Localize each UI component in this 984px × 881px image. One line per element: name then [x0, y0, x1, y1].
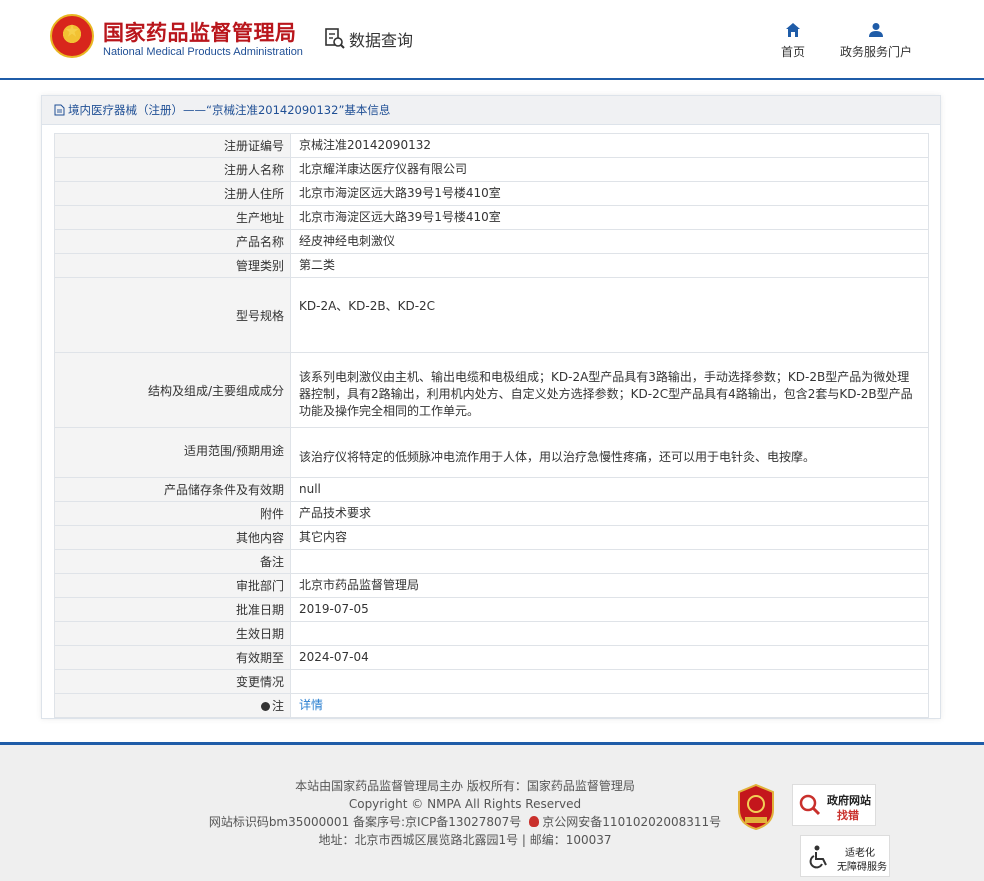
document-search-icon	[325, 28, 345, 49]
magnifier-icon	[799, 794, 821, 816]
nav-home-label: 首页	[780, 45, 805, 59]
row-label: 有效期至	[54, 645, 291, 670]
details-link[interactable]: 详情	[299, 698, 323, 712]
panel-heading: 境内医疗器械（注册）——“京械注准20142090132”基本信息	[42, 96, 940, 125]
data-query-label: 数据查询	[349, 31, 414, 50]
table-row: 备注	[54, 549, 929, 574]
user-icon	[869, 23, 883, 37]
footer-copyright-line: Copyright © NMPA All Rights Reserved	[348, 797, 582, 811]
row-label: 管理类别	[54, 253, 291, 278]
row-label: 产品名称	[54, 229, 291, 254]
footer-address-line: 地址：北京市西城区展览路北露园1号 | 邮编：100037	[318, 833, 612, 847]
footer-sponsor-line: 本站由国家药品监督管理局主办 版权所有：国家药品监督管理局	[295, 779, 635, 793]
table-row: 结构及组成/主要组成成分 该系列电刺激仪由主机、输出电缆和电极组成；KD-2A型产…	[54, 352, 929, 428]
row-label: 适用范围/预期用途	[54, 427, 291, 478]
table-row: 其他内容 其它内容	[54, 525, 929, 550]
row-value: 北京耀洋康达医疗仪器有限公司	[290, 157, 929, 182]
row-value: 2024-07-04	[290, 645, 929, 670]
row-label: 审批部门	[54, 573, 291, 598]
table-row: 审批部门 北京市药品监督管理局	[54, 573, 929, 598]
row-label: 注册人住所	[54, 181, 291, 206]
accessibility-subtitle: 无障碍服务	[837, 862, 887, 873]
note-label: 注	[271, 699, 284, 713]
row-value: 2019-07-05	[290, 597, 929, 622]
nav-gov-service-portal[interactable]: 政务服务门户	[836, 22, 916, 60]
table-row: 管理类别 第二类	[54, 253, 929, 278]
lightbulb-icon	[260, 702, 270, 711]
row-value: 北京市海淀区远大路39号1号楼410室	[290, 205, 929, 230]
row-value	[290, 621, 929, 646]
table-row: 产品储存条件及有效期 null	[54, 477, 929, 502]
accessibility-title: 适老化	[845, 848, 875, 859]
row-value	[290, 549, 929, 574]
table-row-note: 注 详情	[54, 693, 929, 718]
table-row: 附件 产品技术要求	[54, 501, 929, 526]
document-icon	[54, 104, 65, 116]
table-row: 有效期至 2024-07-04	[54, 645, 929, 670]
row-value: 第二类	[290, 253, 929, 278]
nav-home[interactable]: 首页	[778, 22, 808, 60]
gov-badge-subtitle: 找错	[837, 809, 859, 822]
table-row: 变更情况	[54, 669, 929, 694]
footer-registration-line: 网站标识码bm35000001 备案序号:京ICP备13027807号 京公网安备…	[205, 813, 725, 831]
table-row: 型号规格 KD-2A、KD-2B、KD-2C	[54, 277, 929, 353]
national-emblem-logo	[50, 14, 94, 58]
party-government-badge-icon[interactable]	[737, 784, 775, 830]
site-title[interactable]: 国家药品监督管理局	[103, 17, 297, 47]
nav-gov-service-portal-label: 政务服务门户	[839, 45, 912, 59]
footer-icp-record[interactable]: 网站标识码bm35000001 备案序号:京ICP备13027807号	[209, 815, 521, 829]
row-value: 该系列电刺激仪由主机、输出电缆和电极组成；KD-2A型产品具有3路输出，手动选择…	[290, 352, 929, 428]
row-value: null	[290, 477, 929, 502]
row-label: 其他内容	[54, 525, 291, 550]
row-value: KD-2A、KD-2B、KD-2C	[290, 277, 929, 353]
row-label: 变更情况	[54, 669, 291, 694]
table-row: 生效日期	[54, 621, 929, 646]
table-row: 产品名称 经皮神经电刺激仪	[54, 229, 929, 254]
row-value: 北京市海淀区远大路39号1号楼410室	[290, 181, 929, 206]
site-footer: 本站由国家药品监督管理局主办 版权所有：国家药品监督管理局 Copyright …	[0, 742, 984, 881]
row-label: 生产地址	[54, 205, 291, 230]
row-value: 其它内容	[290, 525, 929, 550]
row-label: 备注	[54, 549, 291, 574]
police-badge-icon	[529, 816, 540, 827]
table-row: 注册证编号 京械注准20142090132	[54, 133, 929, 158]
gov-site-error-report-badge[interactable]: 政府网站 找错	[792, 784, 876, 826]
home-icon	[786, 23, 800, 37]
row-value: 京械注准20142090132	[290, 133, 929, 158]
footer-police-record[interactable]: 京公网安备11010202008311号	[542, 815, 721, 829]
table-row: 注册人名称 北京耀洋康达医疗仪器有限公司	[54, 157, 929, 182]
registration-info-table: 注册证编号 京械注准20142090132 注册人名称 北京耀洋康达医疗仪器有限公司…	[54, 133, 929, 718]
site-header: 国家药品监督管理局 National Medical Products Admi…	[0, 0, 984, 80]
row-label: 型号规格	[54, 277, 291, 353]
row-label: 注册人名称	[54, 157, 291, 182]
row-value: 该治疗仪将特定的低频脉冲电流作用于人体，用以治疗急慢性疼痛，还可以用于电针灸、电…	[290, 427, 929, 478]
row-label: 注册证编号	[54, 133, 291, 158]
table-row: 批准日期 2019-07-05	[54, 597, 929, 622]
row-label: 产品储存条件及有效期	[54, 477, 291, 502]
row-label: 附件	[54, 501, 291, 526]
row-value: 经皮神经电刺激仪	[290, 229, 929, 254]
data-query-link[interactable]: 数据查询	[325, 27, 413, 51]
table-row: 适用范围/预期用途 该治疗仪将特定的低频脉冲电流作用于人体，用以治疗急慢性疼痛，还…	[54, 427, 929, 478]
detail-panel: 境内医疗器械（注册）——“京械注准20142090132”基本信息 注册证编号京…	[41, 95, 941, 719]
panel-heading-text: 境内医疗器械（注册）——“京械注准20142090132”基本信息	[68, 103, 391, 117]
row-value: 北京市药品监督管理局	[290, 573, 929, 598]
accessibility-service-badge[interactable]: 适老化 无障碍服务	[800, 835, 890, 877]
row-value	[290, 669, 929, 694]
row-label: 结构及组成/主要组成成分	[54, 352, 291, 428]
row-label: 生效日期	[54, 621, 291, 646]
row-label: 批准日期	[54, 597, 291, 622]
table-row: 生产地址 北京市海淀区远大路39号1号楼410室	[54, 205, 929, 230]
site-title-english: National Medical Products Administration	[103, 46, 303, 58]
footer-text: 本站由国家药品监督管理局主办 版权所有：国家药品监督管理局 Copyright …	[205, 777, 725, 849]
table-row: 注册人住所 北京市海淀区远大路39号1号楼410室	[54, 181, 929, 206]
wheelchair-icon	[809, 845, 827, 869]
row-value: 产品技术要求	[290, 501, 929, 526]
note-label-cell: 注	[54, 693, 291, 718]
note-value-cell: 详情	[290, 693, 929, 718]
gov-badge-title: 政府网站	[827, 794, 871, 807]
